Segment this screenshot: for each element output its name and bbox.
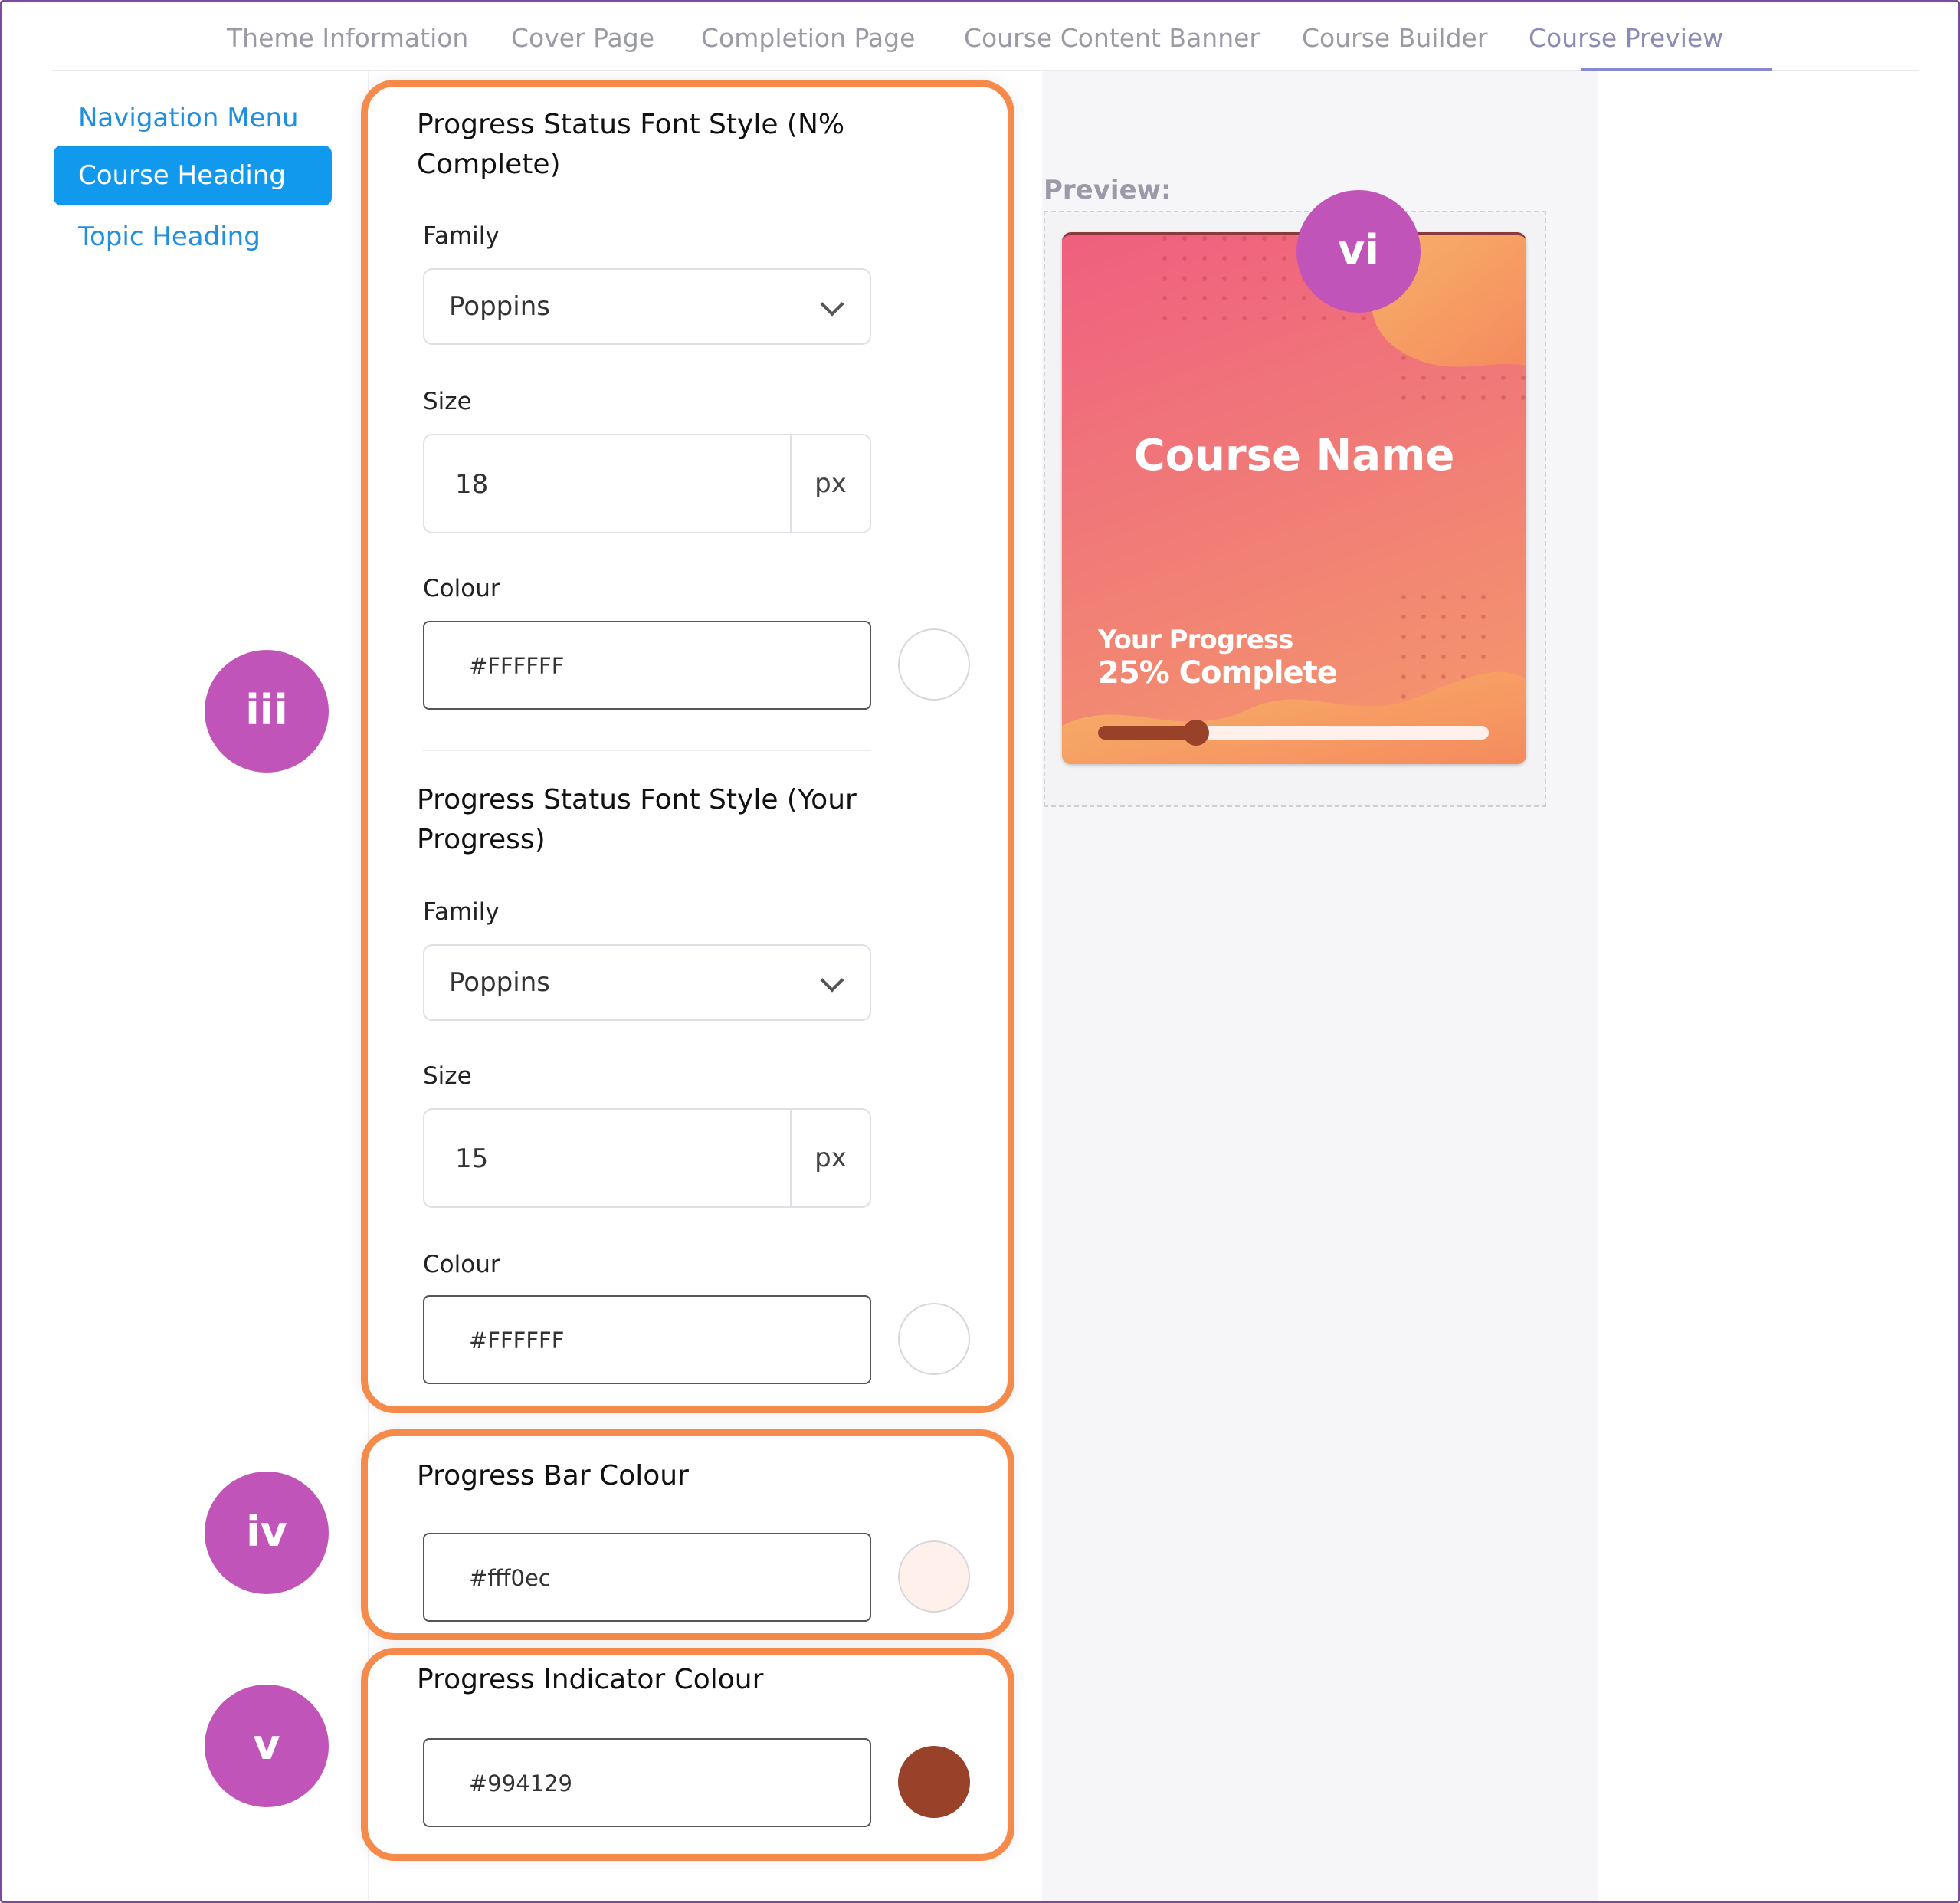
tab-course-preview[interactable]: Course Preview [1529,23,1723,53]
progress-status-pct-title: Progress Status Font Style (N% Complete) [417,109,845,180]
colour-label: Colour [423,1251,500,1278]
font-family-value: Poppins [449,967,550,998]
annotation-badge-iii: iii [205,650,329,773]
progress-status-your-title: Progress Status Font Style (Your Progres… [417,784,857,855]
font-size-input[interactable]: 15 px [423,1108,871,1208]
your-progress-text: Your Progress [1098,625,1293,655]
unit-label: px [790,435,870,532]
colour-hex-value: #994129 [469,1770,573,1796]
active-tab-indicator [1581,68,1772,71]
font-family-select[interactable]: Poppins [423,944,871,1021]
sidebar-item-course-heading[interactable]: Course Heading [54,146,332,205]
colour-hex-input[interactable]: #FFFFFF [423,1295,871,1384]
progress-bar [1098,720,1489,746]
annotation-badge-v: v [205,1685,329,1807]
annotation-badge-vi: vi [1296,190,1421,313]
tab-course-content-banner[interactable]: Course Content Banner [964,23,1260,53]
preview-label: Preview: [1044,175,1172,205]
unit-label: px [790,1110,870,1206]
progress-indicator-colour-input[interactable]: #994129 [423,1738,871,1827]
tab-completion-page[interactable]: Completion Page [701,23,915,53]
size-label: Size [423,388,472,415]
font-family-value: Poppins [449,291,550,322]
font-size-value: 18 [455,469,489,500]
progress-bar-colour-input[interactable]: #fff0ec [423,1533,871,1622]
top-tab-bar: Theme Information Cover Page Completion … [52,0,1919,71]
course-name-heading: Course Name [1133,431,1455,481]
colour-label: Colour [423,575,500,602]
sidebar-item-navigation-menu[interactable]: Navigation Menu [54,88,332,148]
percent-complete-text: 25% Complete [1098,655,1338,691]
tab-course-builder[interactable]: Course Builder [1302,23,1487,53]
chevron-down-icon [820,968,844,993]
family-label: Family [423,222,500,250]
progress-bar-fill [1098,726,1196,740]
tab-cover-page[interactable]: Cover Page [511,23,654,53]
annotation-badge-iv: iv [205,1472,329,1594]
colour-swatch[interactable] [898,628,970,701]
colour-swatch[interactable] [898,1303,970,1375]
font-size-value: 15 [455,1143,489,1174]
progress-bar-colour-swatch[interactable] [898,1540,970,1613]
progress-bar-colour-title: Progress Bar Colour [417,1460,689,1491]
progress-indicator [1183,720,1209,746]
course-cover-card-preview: Course Name Your Progress 25% Complete [1062,232,1526,764]
progress-indicator-colour-swatch[interactable] [898,1746,970,1818]
sidebar-item-topic-heading[interactable]: Topic Heading [54,207,332,267]
colour-hex-value: #fff0ec [469,1565,551,1591]
colour-hex-input[interactable]: #FFFFFF [423,621,871,710]
section-separator [423,750,871,751]
size-label: Size [423,1062,472,1090]
chevron-down-icon [820,292,844,317]
tab-theme-information[interactable]: Theme Information [227,23,468,53]
progress-indicator-colour-title: Progress Indicator Colour [417,1664,764,1695]
colour-hex-value: #FFFFFF [469,653,565,679]
family-label: Family [423,898,500,926]
font-family-select[interactable]: Poppins [423,268,871,345]
font-size-input[interactable]: 18 px [423,434,871,533]
colour-hex-value: #FFFFFF [469,1327,565,1353]
